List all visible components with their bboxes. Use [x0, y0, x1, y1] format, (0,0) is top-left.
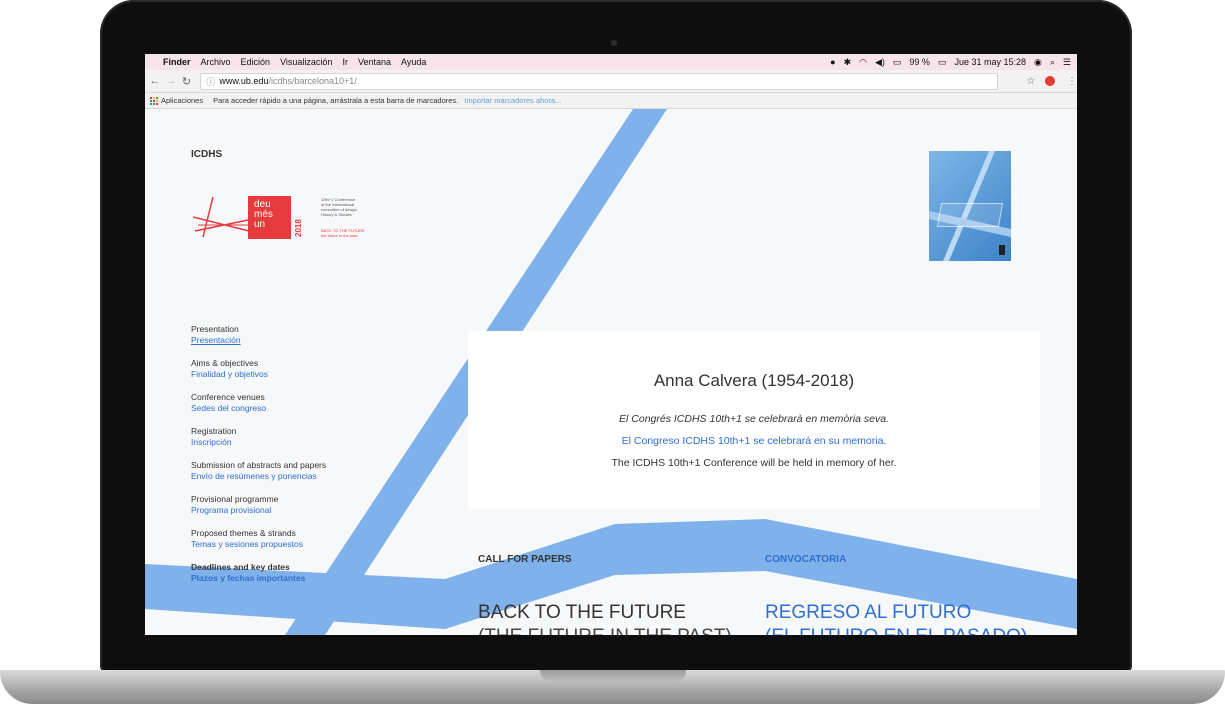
battery-percent: 99 % [909, 57, 930, 67]
nav-label-en[interactable]: Provisional programme [191, 494, 326, 505]
cover-panel [936, 203, 1004, 227]
logo-mark[interactable]: deu més un [248, 196, 291, 239]
nav-label-en[interactable]: Proposed themes & strands [191, 528, 326, 539]
call-for-papers-heading: CALL FOR PAPERS [478, 554, 572, 565]
notification-center-icon[interactable]: ☰ [1063, 57, 1071, 68]
nav-item-presentation[interactable]: Presentation Presentación [191, 324, 326, 346]
nav-label-es[interactable]: Envío de resúmenes y ponencias [191, 471, 326, 482]
url-host: www.ub.edu [219, 76, 269, 86]
laptop-notch [540, 670, 686, 681]
proceedings-cover-image[interactable] [929, 151, 1011, 261]
status-area: ● ✱ ◠ ◀) ▭ 99 % ▭ Jue 31 may 15:28 ◉ ⌕ ☰ [830, 54, 1071, 70]
nav-item-venues[interactable]: Conference venues Sedes del congreso [191, 392, 326, 414]
menu-ir[interactable]: Ir [342, 57, 348, 67]
web-page: ICDHS deu més un 2018 10th+1 Conference … [145, 109, 1077, 635]
headline-en-sub: (THE FUTURE IN THE PAST) [478, 626, 732, 635]
browser-menu-icon[interactable]: ⋮ [1067, 76, 1077, 87]
address-bar[interactable]: ⓘ www.ub.edu/icdhs/barcelona10+1/ [200, 72, 999, 90]
back-arrow-icon[interactable]: ← [149, 75, 161, 87]
user-icon[interactable]: ◉ [1034, 57, 1042, 68]
nav-item-deadlines[interactable]: Deadlines and key dates Plazos y fechas … [191, 562, 326, 584]
memorial-title: Anna Calvera (1954-2018) [653, 371, 855, 390]
nav-item-programme[interactable]: Provisional programme Programa provision… [191, 494, 326, 516]
forward-arrow-icon[interactable]: → [165, 75, 177, 87]
battery-icon[interactable]: ▭ [938, 57, 947, 68]
bookmark-star-icon[interactable]: ☆ [1026, 76, 1035, 87]
logo-desc-4: History & Studies [321, 212, 352, 217]
nav-label-en[interactable]: Presentation [191, 324, 326, 335]
menu-edicion[interactable]: Edición [241, 57, 271, 67]
nav-item-registration[interactable]: Registration Inscripción [191, 426, 326, 448]
volume-icon[interactable]: ◀) [875, 57, 885, 68]
creative-cloud-icon[interactable]: ● [830, 57, 835, 67]
screen: Finder Archivo Edición Visualización Ir … [145, 54, 1077, 635]
nav-label-es[interactable]: Inscripción [191, 437, 326, 448]
webcam [611, 40, 617, 46]
info-icon[interactable]: ⓘ [206, 75, 215, 88]
headline-en: BACK TO THE FUTURE [478, 602, 686, 623]
import-bookmarks-link[interactable]: Importar marcadores ahora... [464, 96, 561, 105]
memorial-notice: Anna Calvera (1954-2018) El Congrés ICDH… [468, 331, 1040, 509]
menu-visualizacion[interactable]: Visualización [280, 57, 332, 67]
nav-label-es[interactable]: Temas y sesiones propuestos [191, 539, 326, 550]
wifi-icon[interactable]: ◠ [859, 57, 867, 68]
bookmarks-hint: Para acceder rápido a una página, arrást… [213, 96, 459, 105]
reload-icon[interactable]: ↻ [181, 75, 193, 88]
nav-label-es[interactable]: Sedes del congreso [191, 403, 326, 414]
nav-label-en[interactable]: Deadlines and key dates [191, 562, 326, 573]
menu-ayuda[interactable]: Ayuda [401, 57, 426, 67]
logo-description: 10th+1 Conference of the International c… [321, 197, 357, 217]
side-navigation: Presentation Presentación Aims & objecti… [191, 324, 326, 596]
menu-finder[interactable]: Finder [163, 57, 191, 67]
browser-toolbar: ← → ↻ ⓘ www.ub.edu/icdhs/barcelona10+1/ … [145, 70, 1077, 93]
nav-item-themes[interactable]: Proposed themes & strands Temas y sesion… [191, 528, 326, 550]
logo-year: 2018 [294, 219, 303, 237]
nav-item-aims[interactable]: Aims & objectives Finalidad y objetivos [191, 358, 326, 380]
bluetooth-icon[interactable]: ✱ [844, 57, 852, 68]
menu-ventana[interactable]: Ventana [358, 57, 391, 67]
url-path: /icdhs/barcelona10+1/ [268, 76, 357, 86]
clock[interactable]: Jue 31 may 15:28 [954, 57, 1026, 67]
logo-lines-icon [193, 197, 253, 238]
site-brand[interactable]: ICDHS [191, 149, 222, 160]
nav-label-es[interactable]: Presentación [191, 335, 326, 346]
headline-es-sub: (EL FUTURO EN EL PASADO) [765, 626, 1027, 635]
nav-label-en[interactable]: Aims & objectives [191, 358, 326, 369]
spotlight-search-icon[interactable]: ⌕ [1050, 57, 1055, 68]
convocatoria-heading: CONVOCATORIA [765, 554, 847, 565]
menu-archivo[interactable]: Archivo [201, 57, 231, 67]
airplay-icon[interactable]: ▭ [893, 57, 902, 68]
nav-label-es[interactable]: Finalidad y objetivos [191, 369, 326, 380]
apps-grid-icon[interactable] [150, 96, 158, 105]
memorial-text-ca: El Congrés ICDHS 10th+1 se celebrarà en … [619, 413, 889, 425]
nav-label-en[interactable]: Registration [191, 426, 326, 437]
headline-es: REGRESO AL FUTURO [765, 602, 972, 623]
memorial-text-en: The ICDHS 10th+1 Conference will be held… [611, 457, 897, 469]
memorial-text-es: El Congreso ICDHS 10th+1 se celebrará en… [621, 435, 887, 447]
logo-tag-2: the future in the past [321, 233, 358, 238]
nav-label-es[interactable]: Plazos y fechas importantes [191, 573, 326, 584]
cover-logo-icon [999, 245, 1005, 255]
logo-line-3: un [254, 219, 266, 230]
nav-label-es[interactable]: Programa provisional [191, 505, 326, 516]
apps-link[interactable]: Aplicaciones [161, 96, 203, 105]
nav-item-submission[interactable]: Submission of abstracts and papers Envío… [191, 460, 326, 482]
nav-label-en[interactable]: Conference venues [191, 392, 326, 403]
mac-menubar: Finder Archivo Edición Visualización Ir … [145, 54, 1077, 70]
extension-icon[interactable] [1045, 76, 1056, 86]
logo-tagline: BACK TO THE FUTURE the future in the pas… [321, 228, 365, 238]
nav-label-en[interactable]: Submission of abstracts and papers [191, 460, 326, 471]
bookmarks-bar: Aplicaciones Para acceder rápido a una p… [145, 93, 1077, 109]
